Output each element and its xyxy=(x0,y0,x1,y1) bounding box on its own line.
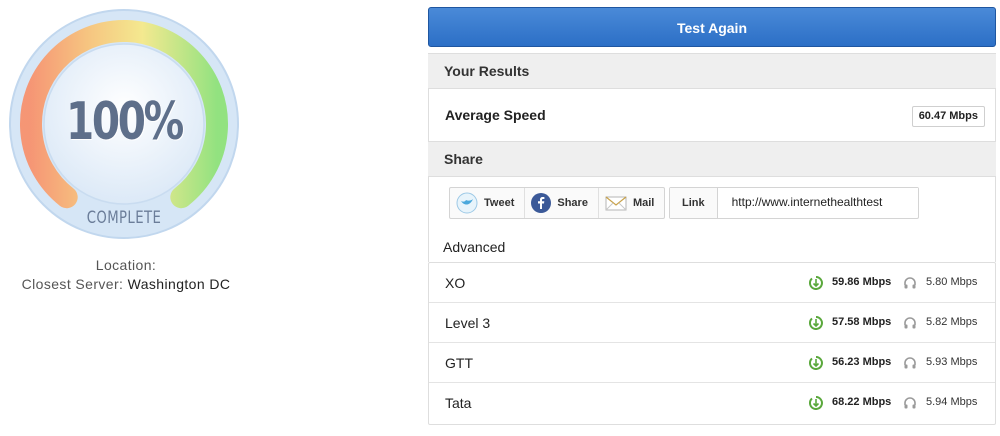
advanced-header: Advanced xyxy=(428,232,996,262)
share-buttons: Tweet Share Mail xyxy=(449,187,666,219)
twitter-icon xyxy=(456,192,478,214)
download-arrow-icon xyxy=(809,276,823,290)
facebook-share-button[interactable]: Share xyxy=(525,188,599,218)
speed-gauge: 100% COMPLETE xyxy=(8,8,240,240)
average-speed-row: Average Speed 60.47 Mbps xyxy=(428,89,996,143)
average-speed-value: 60.47 Mbps xyxy=(911,106,985,127)
share-link-input[interactable] xyxy=(717,188,918,216)
download-arrow-icon xyxy=(809,396,823,410)
link-label: Link xyxy=(670,188,718,218)
upload-headphone-icon xyxy=(904,277,916,289)
location-label: Location: xyxy=(95,257,157,273)
advanced-results-table: XO 59.86 Mbps 5.80 Mbps Level 3 57.58 Mb… xyxy=(428,262,996,425)
upload-speed: 5.80 Mbps xyxy=(926,276,978,288)
table-row: Tata 68.22 Mbps 5.94 Mbps xyxy=(429,383,995,424)
provider-name: Tata xyxy=(445,395,472,411)
table-row: Level 3 57.58 Mbps 5.82 Mbps xyxy=(429,303,995,343)
download-speed: 56.23 Mbps xyxy=(832,356,892,368)
download-speed: 57.58 Mbps xyxy=(832,316,892,328)
download-arrow-icon xyxy=(809,316,823,330)
gauge-percent: 100% xyxy=(66,92,184,152)
location-info: Location: Closest Server: Washington DC xyxy=(0,256,252,294)
download-arrow-icon xyxy=(809,356,823,370)
share-link-group: Link xyxy=(669,187,919,219)
upload-headphone-icon xyxy=(904,357,916,369)
table-row: XO 59.86 Mbps 5.80 Mbps xyxy=(429,263,995,303)
upload-speed: 5.93 Mbps xyxy=(926,356,978,368)
server-name: Washington DC xyxy=(127,276,231,292)
upload-headphone-icon xyxy=(904,317,916,329)
download-speed: 59.86 Mbps xyxy=(832,276,892,288)
provider-name: Level 3 xyxy=(445,315,491,331)
tweet-button[interactable]: Tweet xyxy=(450,188,526,218)
table-row: GTT 56.23 Mbps 5.93 Mbps xyxy=(429,343,995,383)
mail-button[interactable]: Mail xyxy=(599,188,664,218)
share-header: Share xyxy=(428,141,996,177)
upload-speed: 5.94 Mbps xyxy=(926,396,978,408)
provider-name: GTT xyxy=(445,355,473,371)
test-again-button[interactable]: Test Again xyxy=(428,7,996,47)
share-row: Tweet Share Mail Link xyxy=(428,177,996,232)
mail-icon xyxy=(605,196,627,211)
share-label: Share xyxy=(557,197,588,209)
tweet-label: Tweet xyxy=(484,197,515,209)
upload-speed: 5.82 Mbps xyxy=(926,316,978,328)
closest-server: Closest Server: Washington DC xyxy=(0,275,252,294)
download-speed: 68.22 Mbps xyxy=(832,396,892,408)
mail-label: Mail xyxy=(632,197,655,209)
results-header: Your Results xyxy=(428,53,996,89)
provider-name: XO xyxy=(445,275,466,291)
server-label: Closest Server: xyxy=(21,276,124,292)
upload-headphone-icon xyxy=(904,397,916,409)
facebook-icon xyxy=(531,193,552,213)
gauge-status: COMPLETE xyxy=(86,208,162,228)
average-speed-label: Average Speed xyxy=(445,107,546,123)
